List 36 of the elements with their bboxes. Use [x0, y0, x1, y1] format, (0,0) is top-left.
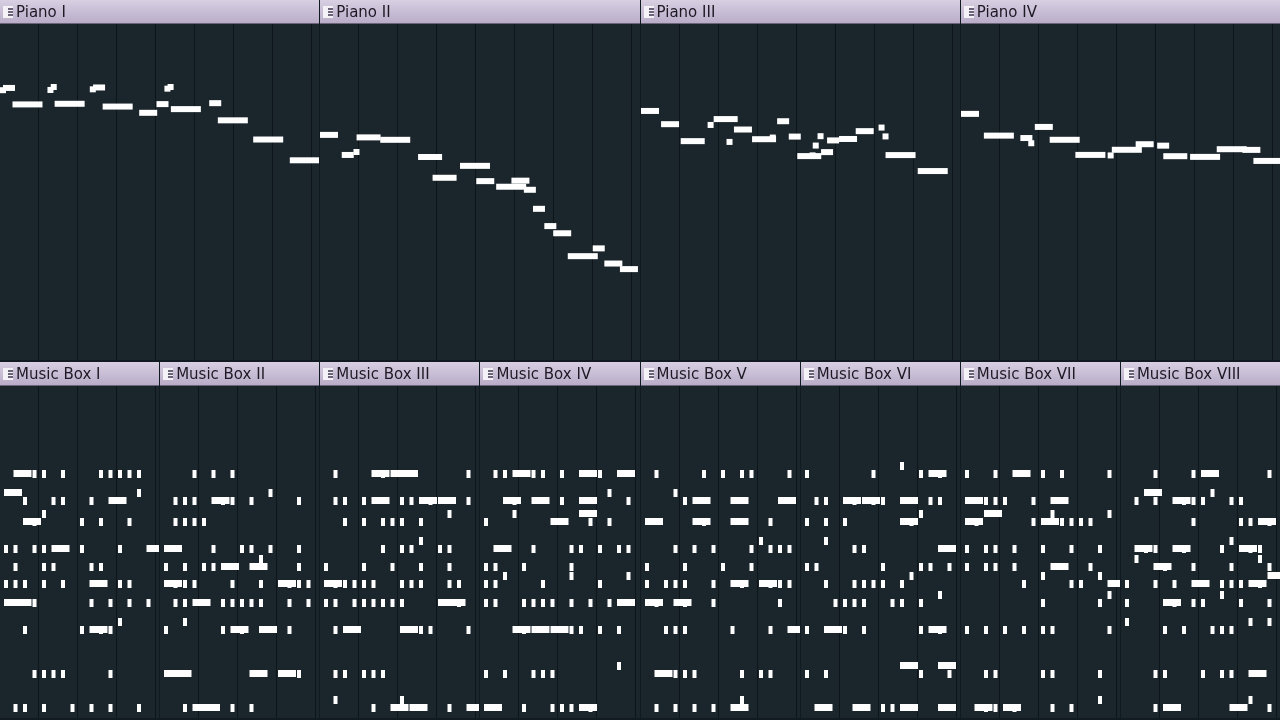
- clip-title: Music Box VIII: [1136, 364, 1241, 383]
- clip-title: Music Box IV: [496, 364, 592, 383]
- piano-keys-icon: [3, 367, 13, 380]
- clip-title: Music Box II: [176, 364, 266, 383]
- piano-keys-icon: [643, 367, 654, 380]
- piano-keys-icon: [1123, 367, 1134, 380]
- clip-header[interactable]: Music Box II: [160, 362, 320, 386]
- clip-title: Piano IV: [976, 2, 1037, 21]
- clip-title: Piano III: [656, 2, 716, 21]
- clip-title: Piano I: [16, 2, 66, 21]
- clip-header[interactable]: Music Box III: [320, 362, 480, 386]
- piano-keys-icon: [963, 367, 974, 380]
- clip-header[interactable]: Music Box VIII: [1120, 362, 1280, 386]
- clip-header[interactable]: Piano I: [0, 0, 320, 24]
- clip-header[interactable]: Music Box IV: [480, 362, 640, 386]
- clip-title: Music Box I: [16, 364, 101, 383]
- piano-keys-icon: [803, 367, 814, 380]
- clip-header[interactable]: Music Box VII: [960, 362, 1120, 386]
- clip-title: Music Box V: [656, 364, 747, 383]
- piano-keys-icon: [3, 5, 13, 18]
- clip-header[interactable]: Piano II: [320, 0, 640, 24]
- piano-keys-icon: [643, 5, 654, 18]
- clip-header[interactable]: Piano III: [640, 0, 960, 24]
- clip-title: Music Box VI: [816, 364, 912, 383]
- piano-keys-icon: [963, 5, 974, 18]
- clip-title: Piano II: [336, 2, 391, 21]
- clip-title: Music Box VII: [976, 364, 1076, 383]
- piano-keys-icon: [163, 367, 174, 380]
- clip-header[interactable]: Music Box V: [640, 362, 800, 386]
- clip-title: Music Box III: [336, 364, 430, 383]
- piano-keys-icon: [323, 367, 334, 380]
- piano-keys-icon: [323, 5, 334, 18]
- clip-header[interactable]: Music Box I: [0, 362, 160, 386]
- piano-keys-icon: [483, 367, 494, 380]
- clip-header[interactable]: Music Box VI: [800, 362, 960, 386]
- clip-header[interactable]: Piano IV: [960, 0, 1280, 24]
